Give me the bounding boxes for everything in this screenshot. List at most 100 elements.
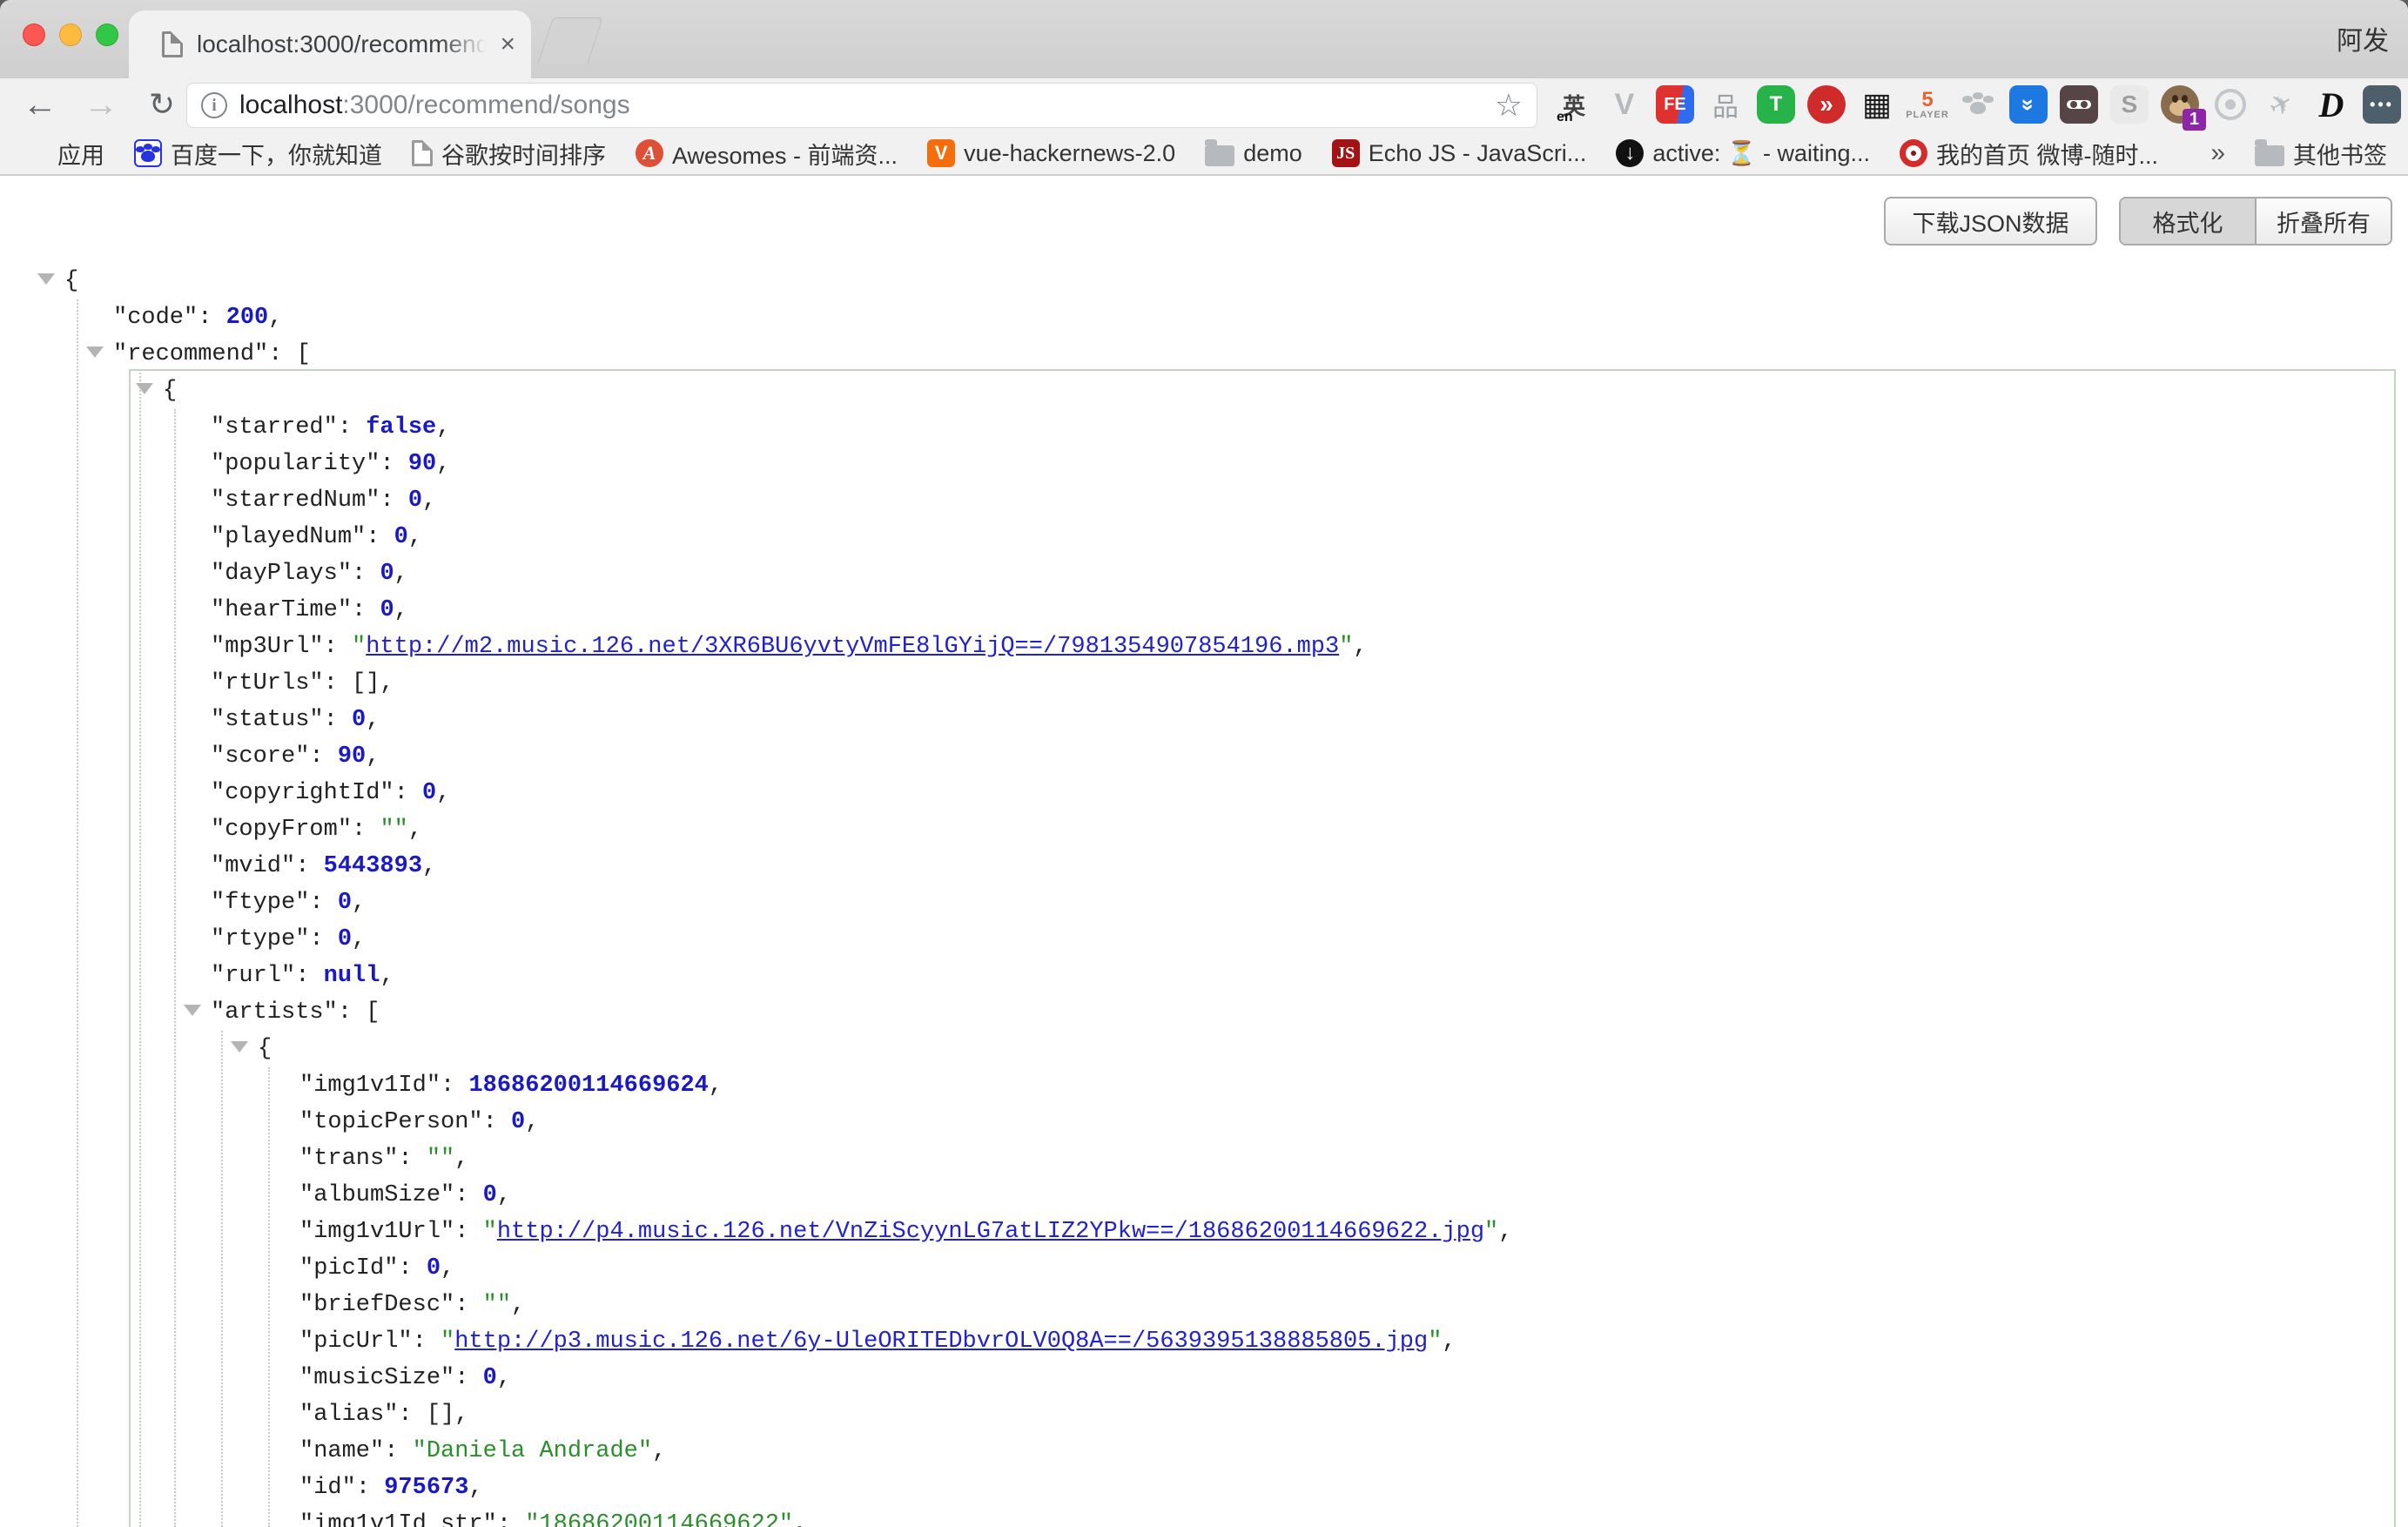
json-token: ,: [352, 890, 366, 916]
bookmark-label: Echo JS - JavaScri...: [1369, 140, 1587, 167]
refresh-icon[interactable]: ↻: [141, 84, 183, 125]
vue-devtools-extension-icon[interactable]: V: [1605, 85, 1644, 124]
json-token: :: [454, 1292, 482, 1318]
json-token: ,: [652, 1438, 666, 1464]
mask-extension-icon[interactable]: [2060, 85, 2098, 124]
bookmark-google-sort[interactable]: 谷歌按时间排序: [412, 137, 606, 171]
view-mode-segmented-control: 格式化 折叠所有: [2119, 197, 2392, 246]
download-json-button[interactable]: 下载JSON数据: [1884, 197, 2097, 246]
json-token: "albumSize": [299, 1182, 454, 1208]
json-token: 0: [408, 488, 422, 514]
paw-extension-icon[interactable]: [1959, 85, 1997, 124]
json-token: "status": [211, 707, 324, 733]
json-token: :: [324, 634, 352, 660]
bookmark-vue-hackernews[interactable]: V vue-hackernews-2.0: [927, 139, 1175, 167]
translate-extension-icon[interactable]: 英en: [1555, 85, 1593, 124]
json-token: ,: [793, 1511, 807, 1527]
json-token: :: [366, 524, 393, 550]
paper-bird-extension-icon[interactable]: ✈: [2255, 78, 2307, 131]
info-icon[interactable]: i: [201, 92, 227, 118]
fast-forward-extension-icon[interactable]: »: [1807, 85, 1846, 124]
bookmark-awesomes[interactable]: A Awesomes - 前端资...: [636, 137, 898, 171]
zoom-window-button[interactable]: [96, 24, 118, 46]
profile-name[interactable]: 阿发: [2337, 19, 2389, 57]
vue-icon: V: [927, 139, 955, 167]
tab-strip: localhost:3000/recommend/so × 阿发: [0, 0, 2408, 78]
html5-player-extension-icon[interactable]: 5PLAYER: [1908, 85, 1947, 124]
proxy-extension-icon[interactable]: •••: [2363, 85, 2401, 124]
collapse-toggle-icon[interactable]: [184, 1005, 201, 1016]
json-token: ,: [394, 597, 408, 623]
bookmark-apps[interactable]: 应用: [21, 137, 104, 171]
json-line: "status": 0,: [0, 702, 2408, 738]
weibo-gray-shape: [2215, 89, 2246, 120]
bookmark-label: 谷歌按时间排序: [441, 137, 606, 171]
json-token: : [: [338, 999, 380, 1026]
bookmark-weibo[interactable]: 我的首页 微博-随时...: [1900, 137, 2158, 171]
json-token: ": [441, 1329, 454, 1355]
json-line: "rtUrls": [],: [0, 665, 2408, 702]
new-tab-button[interactable]: [537, 17, 603, 64]
s-extension-icon[interactable]: S: [2110, 85, 2149, 124]
format-button[interactable]: 格式化: [2121, 198, 2257, 244]
json-token: :: [398, 1255, 426, 1281]
collapse-toggle-icon[interactable]: [86, 346, 104, 358]
back-icon[interactable]: ←: [19, 84, 61, 125]
json-token: "18686200114669622": [525, 1511, 793, 1527]
shield-extension-icon[interactable]: T: [1757, 85, 1795, 124]
json-token: 0: [338, 890, 352, 916]
collapse-toggle-icon[interactable]: [136, 383, 153, 394]
collapse-toggle-icon[interactable]: [37, 273, 55, 285]
json-line: "popularity": 90,: [0, 446, 2408, 482]
json-token: :: [380, 451, 407, 477]
json-token: ,: [422, 853, 436, 879]
json-token: 0: [511, 1109, 525, 1135]
bookmark-active[interactable]: ↓ active: ⏳ - waiting...: [1616, 139, 1870, 167]
bookmark-folder-demo[interactable]: demo: [1205, 140, 1302, 167]
tab-close-icon[interactable]: ×: [500, 30, 515, 59]
bookmark-baidu[interactable]: 百度一下，你就知道: [134, 137, 382, 171]
echojs-icon: JS: [1332, 139, 1360, 167]
fe-extension-icon[interactable]: FE: [1656, 85, 1694, 124]
qr-code-extension-icon[interactable]: ▦: [1858, 85, 1896, 124]
bookmarks-overflow-chevron[interactable]: »: [2210, 138, 2225, 168]
json-link[interactable]: http://p4.music.126.net/VnZiScyynLG7atLI…: [497, 1219, 1484, 1245]
json-line: "starredNum": 0,: [0, 482, 2408, 519]
browser-tab[interactable]: localhost:3000/recommend/so ×: [129, 10, 531, 78]
mask-shape: [2067, 100, 2091, 109]
collapse-all-button[interactable]: 折叠所有: [2257, 198, 2391, 244]
json-token: ": [483, 1219, 497, 1245]
json-token: ,: [366, 707, 380, 733]
bookmark-star-icon[interactable]: ☆: [1495, 87, 1523, 124]
json-token: "picId": [299, 1255, 398, 1281]
json-token: ,: [436, 414, 450, 441]
json-link[interactable]: http://p3.music.126.net/6y-UleORITEDbvrO…: [454, 1329, 1428, 1355]
json-token: :: [394, 780, 422, 806]
d-extension-icon[interactable]: D: [2312, 85, 2351, 124]
sitemap-extension-icon[interactable]: 品: [1706, 85, 1745, 124]
json-token: "name": [299, 1438, 384, 1464]
minimize-window-button[interactable]: [59, 24, 82, 46]
bookmark-echojs[interactable]: JS Echo JS - JavaScri...: [1332, 139, 1587, 167]
json-token: ,: [352, 926, 366, 952]
json-token: "rtype": [211, 926, 309, 952]
h5-player-label: PLAYER: [1906, 111, 1949, 120]
monkey-extension-icon[interactable]: 1: [2161, 85, 2199, 124]
url-host: localhost: [239, 91, 342, 119]
folder-icon: [2255, 145, 2284, 166]
close-window-button[interactable]: [23, 24, 45, 46]
json-link[interactable]: http://m2.music.126.net/3XR6BU6yvtyVmFE8…: [366, 634, 1339, 660]
json-token: :: [454, 1182, 482, 1208]
url-text[interactable]: localhost:3000/recommend/songs: [239, 91, 630, 120]
apps-grid-icon: [21, 139, 49, 167]
double-down-extension-icon[interactable]: »: [2009, 85, 2048, 124]
weibo-gray-extension-icon[interactable]: [2211, 85, 2250, 124]
weibo-icon: [1900, 139, 1927, 167]
json-token: 5443893: [324, 853, 422, 879]
collapse-toggle-icon[interactable]: [231, 1041, 248, 1053]
bookmark-label: 应用: [57, 137, 104, 171]
address-bar[interactable]: i localhost:3000/recommend/songs ☆: [186, 83, 1537, 128]
json-token: "starredNum": [211, 488, 380, 514]
json-token: "mp3Url": [211, 634, 324, 660]
other-bookmarks[interactable]: 其他书签: [2255, 137, 2387, 171]
